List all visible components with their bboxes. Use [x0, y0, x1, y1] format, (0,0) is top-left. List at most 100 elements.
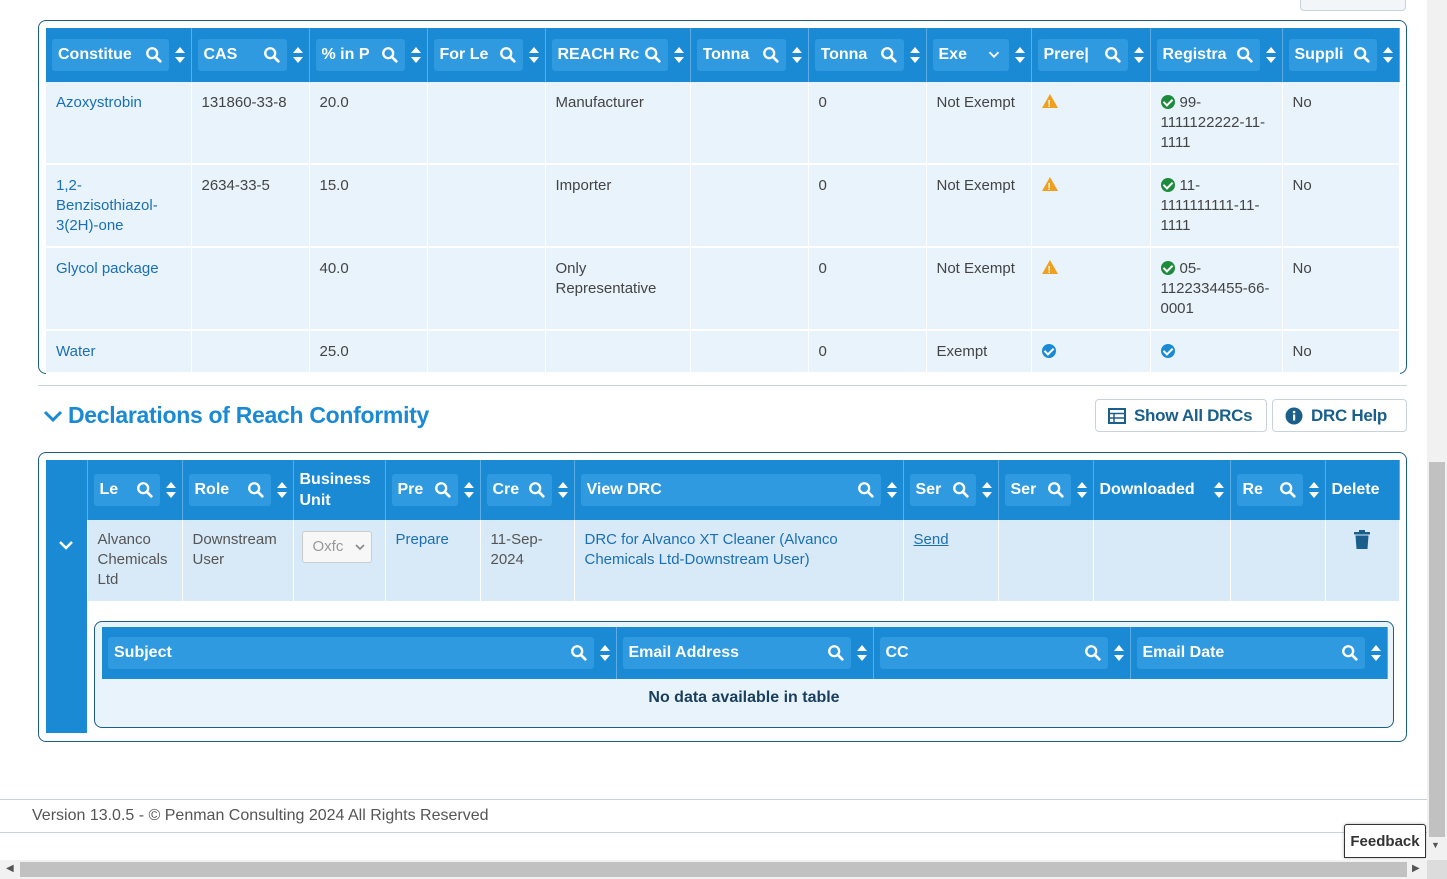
scroll-left-arrow-icon[interactable]: ◀ — [6, 863, 14, 874]
sort-icon[interactable] — [1113, 645, 1124, 661]
sort-icon[interactable] — [557, 482, 568, 498]
sort-icon[interactable] — [856, 645, 867, 661]
sort-icon[interactable] — [981, 482, 992, 498]
col-for-legal-entity[interactable]: For Le — [427, 28, 546, 82]
col-view-drc[interactable]: View DRC — [574, 460, 904, 520]
search-icon[interactable] — [1353, 46, 1371, 64]
prepare-link[interactable]: Prepare — [396, 531, 449, 548]
scroll-right-arrow-icon[interactable]: ▶ — [1412, 863, 1420, 874]
constituent-link[interactable]: Glycol package — [56, 260, 159, 277]
top-button-partial[interactable] — [1300, 0, 1406, 11]
search-icon[interactable] — [570, 644, 588, 662]
sort-icon[interactable] — [599, 645, 610, 661]
search-icon[interactable] — [1104, 46, 1122, 64]
constituent-name[interactable]: 1,2-Benzisothiazol-3(2H)-one — [46, 164, 192, 248]
search-icon[interactable] — [1047, 481, 1065, 499]
search-icon[interactable] — [381, 46, 399, 64]
sort-icon[interactable] — [1308, 482, 1319, 498]
col-pct[interactable]: % in P — [309, 28, 428, 82]
constituent-name[interactable]: Azoxystrobin — [46, 82, 192, 165]
drc-help-button[interactable]: DRC Help — [1272, 399, 1407, 432]
col-prepare[interactable]: Pre — [385, 460, 481, 520]
prepare-cell[interactable]: Prepare — [385, 520, 481, 601]
col-created[interactable]: Cre — [480, 460, 575, 520]
search-icon[interactable] — [857, 481, 875, 499]
constituent-link[interactable]: Azoxystrobin — [56, 94, 142, 111]
sort-icon[interactable] — [1265, 47, 1276, 63]
constituent-link[interactable]: 1,2-Benzisothiazol-3(2H)-one — [56, 177, 158, 234]
col-reach-role[interactable]: REACH Rc — [545, 28, 691, 82]
chevron-down-icon[interactable] — [985, 46, 1003, 64]
sort-icon[interactable] — [1133, 47, 1144, 63]
col-constituent[interactable]: Constitue — [46, 28, 192, 82]
sort-icon[interactable] — [1382, 47, 1393, 63]
sort-icon[interactable] — [673, 47, 684, 63]
horizontal-scrollbar-thumb[interactable] — [20, 862, 1407, 877]
trash-icon[interactable] — [1354, 530, 1370, 549]
col-send[interactable]: Ser — [903, 460, 999, 520]
search-icon[interactable] — [1236, 46, 1254, 64]
prereq-cell — [1031, 164, 1151, 248]
col-exempt[interactable]: Exe — [926, 28, 1032, 82]
sort-icon[interactable] — [1014, 47, 1025, 63]
send-cell[interactable]: Send — [903, 520, 999, 601]
drc-section-toggle[interactable]: Declarations of Reach Conformity — [42, 402, 429, 429]
search-icon[interactable] — [1279, 481, 1297, 499]
sort-icon[interactable] — [1213, 482, 1224, 498]
sort-icon[interactable] — [276, 482, 287, 498]
search-icon[interactable] — [434, 481, 452, 499]
col-cc[interactable]: CC — [873, 627, 1131, 679]
col-legal-entity[interactable]: Le — [87, 460, 183, 520]
col-tonnage-2[interactable]: Tonna — [808, 28, 927, 82]
sort-icon[interactable] — [528, 47, 539, 63]
sort-icon[interactable] — [909, 47, 920, 63]
vertical-scrollbar-thumb[interactable] — [1429, 462, 1445, 837]
col-email-address[interactable]: Email Address — [616, 627, 874, 679]
col-role[interactable]: Role — [182, 460, 294, 520]
col-email-date[interactable]: Email Date — [1130, 627, 1388, 679]
search-icon[interactable] — [827, 644, 845, 662]
sort-icon[interactable] — [886, 482, 897, 498]
constituent-link[interactable]: Water — [56, 343, 95, 360]
constituent-name[interactable]: Water — [46, 330, 192, 374]
send-link[interactable]: Send — [914, 531, 949, 548]
sort-icon[interactable] — [165, 482, 176, 498]
constituent-name[interactable]: Glycol package — [46, 247, 192, 331]
search-icon[interactable] — [145, 46, 163, 64]
col-downloaded[interactable]: Downloaded — [1093, 460, 1231, 520]
search-icon[interactable] — [1341, 644, 1359, 662]
col-received[interactable]: Re — [1230, 460, 1326, 520]
view-drc-cell[interactable]: DRC for Alvanco XT Cleaner (Alvanco Chem… — [574, 520, 904, 601]
business-unit-select[interactable]: Oxfc — [301, 531, 372, 563]
search-icon[interactable] — [499, 46, 517, 64]
search-icon[interactable] — [644, 46, 662, 64]
col-subject[interactable]: Subject — [102, 627, 617, 679]
sort-icon[interactable] — [410, 47, 421, 63]
col-prerequisites[interactable]: Prere| — [1031, 28, 1151, 82]
row-expand-toggle[interactable] — [46, 520, 88, 601]
feedback-button[interactable]: Feedback — [1344, 824, 1426, 858]
col-supplier[interactable]: Suppli — [1282, 28, 1400, 82]
sort-icon[interactable] — [292, 47, 303, 63]
sort-icon[interactable] — [1076, 482, 1087, 498]
search-icon[interactable] — [880, 46, 898, 64]
search-icon[interactable] — [952, 481, 970, 499]
sort-icon[interactable] — [463, 482, 474, 498]
search-icon[interactable] — [528, 481, 546, 499]
sort-icon[interactable] — [1370, 645, 1381, 661]
search-icon[interactable] — [136, 481, 154, 499]
col-tonnage-1[interactable]: Tonna — [690, 28, 809, 82]
view-drc-link[interactable]: DRC for Alvanco XT Cleaner (Alvanco Chem… — [585, 531, 838, 568]
search-icon[interactable] — [247, 481, 265, 499]
sort-icon[interactable] — [174, 47, 185, 63]
search-icon[interactable] — [263, 46, 281, 64]
show-all-drcs-button[interactable]: Show All DRCs — [1095, 399, 1267, 432]
cas-cell — [191, 247, 310, 331]
search-icon[interactable] — [1084, 644, 1102, 662]
col-registration[interactable]: Registra — [1150, 28, 1283, 82]
col-sent[interactable]: Ser — [998, 460, 1094, 520]
search-icon[interactable] — [762, 46, 780, 64]
col-cas[interactable]: CAS — [191, 28, 310, 82]
scroll-down-arrow-icon[interactable]: ▼ — [1431, 840, 1440, 850]
sort-icon[interactable] — [791, 47, 802, 63]
